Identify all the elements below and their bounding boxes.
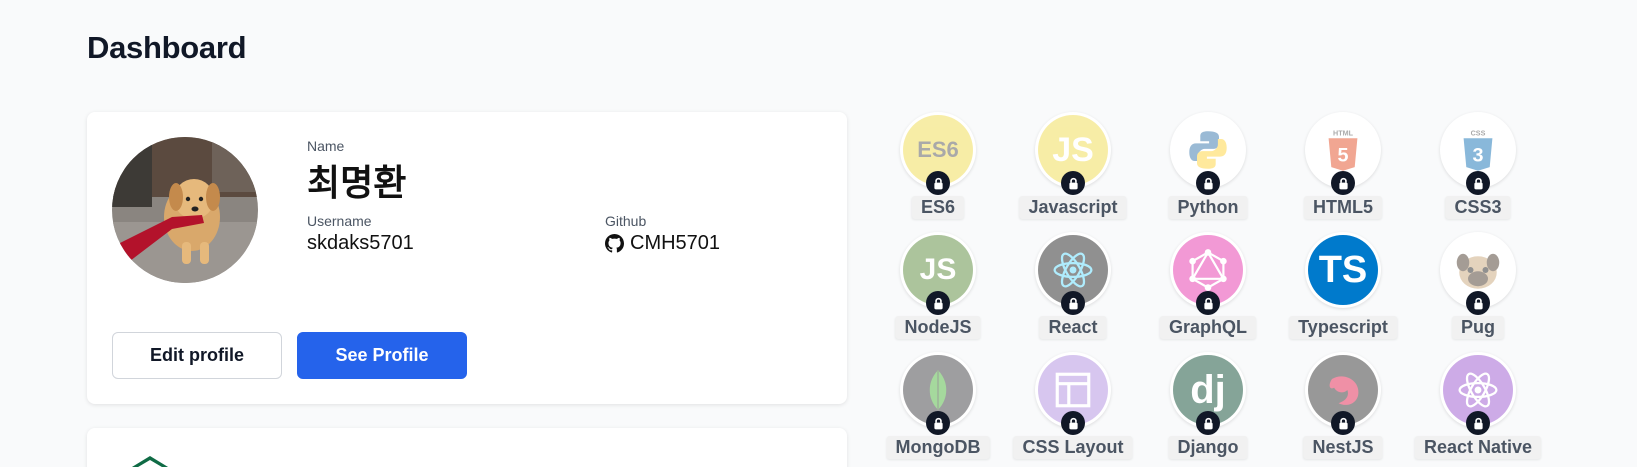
typescript-icon: TS — [1308, 235, 1378, 305]
avatar — [112, 137, 258, 283]
lock-icon — [1196, 411, 1220, 435]
skill-label: ES6 — [911, 196, 965, 219]
skill-label: Python — [1168, 196, 1248, 219]
lock-icon — [1061, 411, 1085, 435]
lock-icon — [1466, 171, 1490, 195]
github-icon — [605, 234, 624, 253]
svg-text:3: 3 — [1472, 145, 1483, 167]
skill-css3[interactable]: CSS 3 CSS3 — [1413, 110, 1543, 220]
skill-react[interactable]: React — [1008, 230, 1138, 340]
github-label: Github — [605, 213, 647, 229]
page-title: Dashboard — [87, 30, 247, 65]
lock-icon — [1331, 171, 1355, 195]
skill-css-layout[interactable]: CSS Layout — [1008, 350, 1138, 460]
card-logo-icon — [131, 456, 169, 467]
skill-label: CSS3 — [1445, 196, 1511, 219]
lock-icon — [1196, 291, 1220, 315]
lock-icon — [1331, 411, 1355, 435]
svg-text:HTML: HTML — [1333, 129, 1354, 138]
skill-label: Javascript — [1019, 196, 1127, 219]
skill-label: Pug — [1452, 316, 1504, 339]
edit-profile-button[interactable]: Edit profile — [112, 332, 282, 379]
profile-card: Name 최명환 Username skdaks5701 Github CMH5… — [87, 112, 847, 404]
skill-label: CSS Layout — [1013, 436, 1133, 459]
lock-icon — [1466, 291, 1490, 315]
skill-label: NodeJS — [895, 316, 981, 339]
github-username: CMH5701 — [630, 232, 721, 254]
skill-nestjs[interactable]: NestJS — [1278, 350, 1408, 460]
skill-django[interactable]: dj Django — [1143, 350, 1273, 460]
skill-label: MongoDB — [886, 436, 990, 459]
skill-react-native[interactable]: React Native — [1413, 350, 1543, 460]
skill-label: React — [1039, 316, 1107, 339]
avatar-photo — [112, 137, 258, 283]
skill-label: Typescript — [1289, 316, 1397, 339]
skill-badge: TS — [1305, 232, 1381, 308]
svg-text:5: 5 — [1337, 145, 1348, 167]
lock-icon — [1061, 171, 1085, 195]
see-profile-button[interactable]: See Profile — [297, 332, 467, 379]
lock-icon — [926, 411, 950, 435]
skill-pug[interactable]: Pug — [1413, 230, 1543, 340]
lock-icon — [926, 171, 950, 195]
username-value: skdaks5701 — [307, 232, 414, 254]
lock-icon — [1061, 291, 1085, 315]
svg-text:CSS: CSS — [1471, 129, 1486, 138]
lock-icon — [1466, 411, 1490, 435]
skill-label: HTML5 — [1304, 196, 1382, 219]
skill-nodejs[interactable]: JS NodeJS — [873, 230, 1003, 340]
skill-mongodb[interactable]: MongoDB — [873, 350, 1003, 460]
skill-label: Django — [1168, 436, 1248, 459]
skill-es6[interactable]: ES6 ES6 — [873, 110, 1003, 220]
skill-javascript[interactable]: JS Javascript — [1008, 110, 1138, 220]
username-label: Username — [307, 213, 372, 229]
skill-html5[interactable]: HTML 5 HTML5 — [1278, 110, 1408, 220]
lock-icon — [926, 291, 950, 315]
profile-name: 최명환 — [307, 162, 407, 203]
skill-label: GraphQL — [1159, 316, 1257, 339]
secondary-card — [87, 428, 847, 467]
skill-python[interactable]: Python — [1143, 110, 1273, 220]
github-link[interactable]: CMH5701 — [605, 232, 720, 255]
skill-label: NestJS — [1303, 436, 1383, 459]
skill-graphql[interactable]: GraphQL — [1143, 230, 1273, 340]
name-label: Name — [307, 138, 345, 154]
lock-icon — [1196, 171, 1220, 195]
skill-label: React Native — [1414, 436, 1542, 459]
skill-typescript[interactable]: TS Typescript — [1278, 230, 1408, 340]
